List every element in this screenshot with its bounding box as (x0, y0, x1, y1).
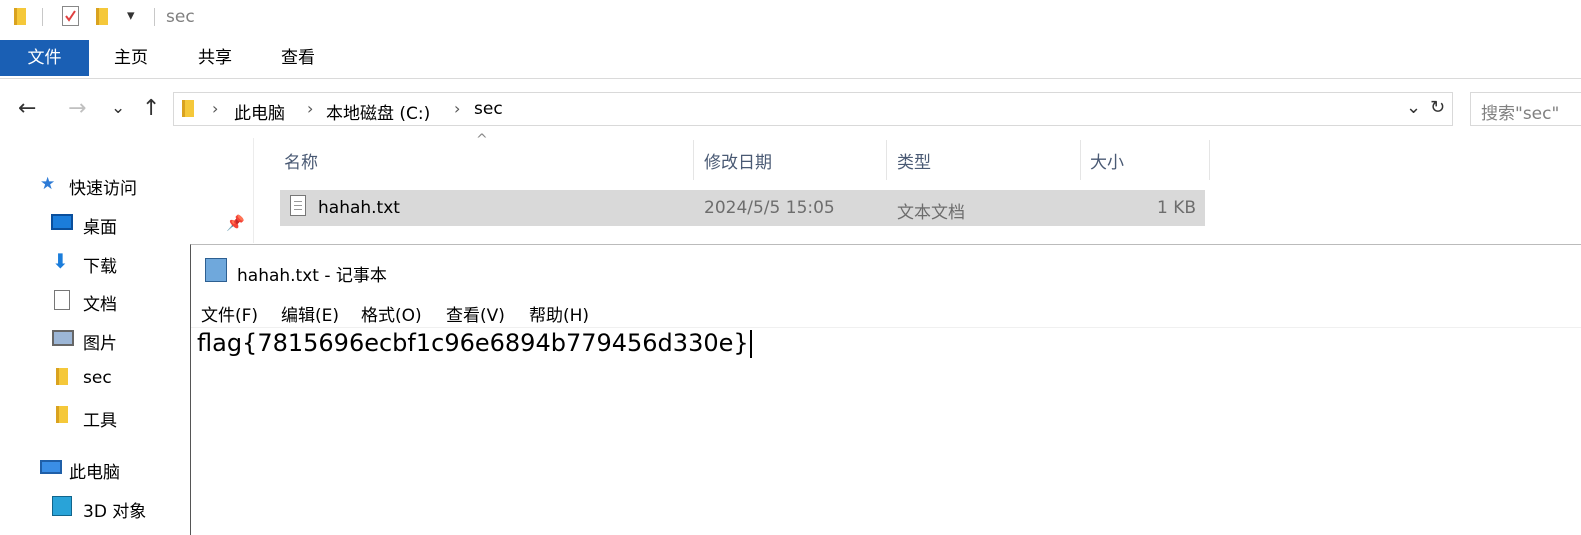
nav-item-downloads[interactable]: 下载 (83, 252, 117, 277)
notepad-title: hahah.txt - 记事本 (237, 266, 387, 286)
3d-objects-icon (52, 496, 72, 516)
column-divider[interactable] (693, 140, 694, 180)
breadcrumb-separator[interactable]: › (307, 99, 313, 118)
star-icon: ★ (40, 174, 56, 194)
breadcrumb-separator[interactable]: › (212, 99, 218, 118)
menu-format[interactable]: 格式(O) (361, 301, 422, 326)
desktop-icon (51, 214, 73, 230)
customize-toolbar-dropdown-icon[interactable]: ▾ (127, 6, 135, 24)
divider (42, 8, 43, 26)
column-header-name[interactable]: 名称 (284, 148, 318, 173)
notepad-text-area[interactable]: flag{7815696ecbf1c96e6894b779456d330e} (197, 329, 752, 358)
pictures-icon (52, 330, 74, 346)
text-caret (749, 330, 752, 358)
nav-item-this-pc[interactable]: 此电脑 (69, 458, 120, 483)
menu-file[interactable]: 文件(F) (201, 301, 258, 326)
nav-item-sec[interactable]: sec (83, 368, 112, 388)
file-size: 1 KB (1157, 198, 1197, 218)
folder-icon (56, 368, 68, 385)
document-icon (54, 290, 70, 310)
tab-file[interactable]: 文件 (0, 40, 89, 76)
tab-share[interactable]: 共享 (180, 40, 250, 76)
download-icon: ⬇ (52, 249, 69, 273)
breadcrumb-local-disk[interactable]: 本地磁盘 (C:) (326, 99, 430, 124)
recent-locations-button[interactable]: ⌄ (111, 98, 125, 118)
menu-view[interactable]: 查看(V) (446, 301, 505, 326)
pin-icon[interactable]: 📌 (226, 214, 245, 232)
nav-item-tools[interactable]: 工具 (83, 406, 117, 431)
new-folder-icon[interactable] (96, 8, 108, 25)
nav-item-quick-access[interactable]: 快速访问 (69, 174, 137, 199)
refresh-icon[interactable]: ↻ (1430, 97, 1445, 118)
properties-checkmark-icon[interactable] (62, 6, 79, 26)
ribbon-tabs: 文件 主页 共享 查看 (0, 40, 1581, 79)
breadcrumb-separator[interactable]: › (454, 99, 460, 118)
divider (154, 8, 155, 26)
column-divider[interactable] (1080, 140, 1081, 180)
breadcrumb-this-pc[interactable]: 此电脑 (234, 99, 285, 124)
file-modified: 2024/5/5 15:05 (704, 198, 835, 218)
breadcrumb-sec[interactable]: sec (474, 99, 503, 119)
menu-edit[interactable]: 编辑(E) (281, 301, 339, 326)
text-file-icon (290, 195, 306, 216)
tab-home[interactable]: 主页 (96, 40, 166, 76)
sort-indicator-icon: ^ (476, 132, 488, 148)
column-divider[interactable] (1209, 140, 1210, 180)
tab-view[interactable]: 查看 (263, 40, 333, 76)
forward-button[interactable]: → (68, 96, 86, 121)
column-header-size[interactable]: 大小 (1090, 148, 1124, 173)
column-header-type[interactable]: 类型 (897, 148, 931, 173)
menu-help[interactable]: 帮助(H) (529, 301, 589, 326)
nav-item-documents[interactable]: 文档 (83, 290, 117, 315)
folder-icon (14, 8, 26, 25)
column-header-modified[interactable]: 修改日期 (704, 148, 772, 173)
file-name[interactable]: hahah.txt (318, 198, 400, 218)
notepad-window: hahah.txt - 记事本 文件(F) 编辑(E) 格式(O) 查看(V) … (190, 244, 1581, 535)
address-dropdown-icon[interactable]: ⌄ (1406, 97, 1421, 118)
nav-item-desktop[interactable]: 桌面 (83, 213, 117, 238)
notepad-icon (205, 258, 227, 282)
computer-icon (40, 460, 62, 474)
folder-icon (182, 100, 194, 117)
notepad-menubar: 文件(F) 编辑(E) 格式(O) 查看(V) 帮助(H) (191, 291, 1581, 328)
back-button[interactable]: ← (18, 96, 36, 121)
nav-item-3d-objects[interactable]: 3D 对象 (83, 497, 146, 522)
window-title: sec (166, 7, 195, 27)
address-bar[interactable]: › 此电脑 › 本地磁盘 (C:) › sec ⌄ ↻ (173, 92, 1453, 126)
quick-access-toolbar: ▾ sec (0, 0, 1581, 34)
folder-icon (56, 406, 68, 423)
divider (253, 138, 254, 243)
up-button[interactable]: ↑ (142, 96, 160, 121)
notepad-content[interactable]: flag{7815696ecbf1c96e6894b779456d330e} (197, 329, 749, 357)
column-divider[interactable] (886, 140, 887, 180)
file-type: 文本文档 (897, 203, 965, 223)
search-input[interactable]: 搜索"sec" (1470, 92, 1581, 126)
nav-item-pictures[interactable]: 图片 (83, 329, 117, 354)
